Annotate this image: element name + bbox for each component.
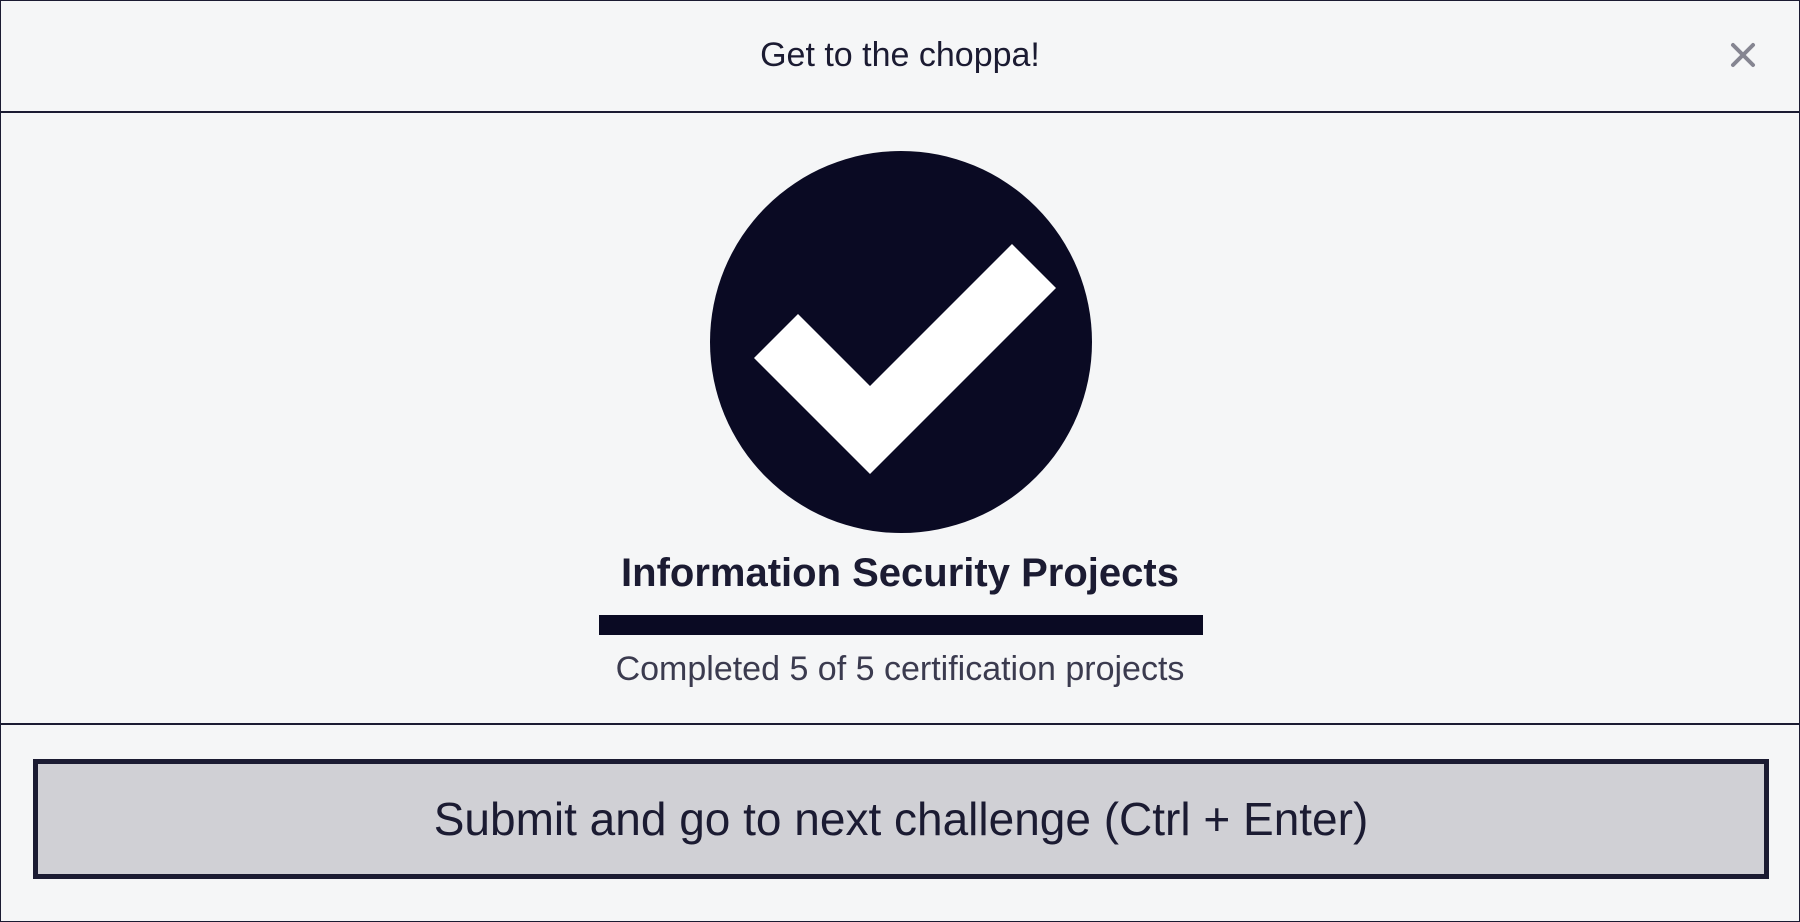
modal-body: Information Security Projects Completed … [1,113,1799,725]
completion-modal: Get to the choppa! Information Security … [0,0,1800,922]
certification-title: Information Security Projects [621,551,1179,595]
progress-text: Completed 5 of 5 certification projects [615,650,1185,688]
submit-next-challenge-button[interactable]: Submit and go to next challenge (Ctrl + … [33,759,1769,879]
checkmark-circle-icon [710,151,1092,533]
progress-bar [599,615,1203,635]
modal-footer: Submit and go to next challenge (Ctrl + … [1,725,1799,921]
modal-header: Get to the choppa! [1,1,1799,113]
close-icon [1731,43,1755,67]
progress-bar-fill [599,615,1203,635]
close-button[interactable] [1723,35,1763,75]
modal-title: Get to the choppa! [760,36,1040,74]
